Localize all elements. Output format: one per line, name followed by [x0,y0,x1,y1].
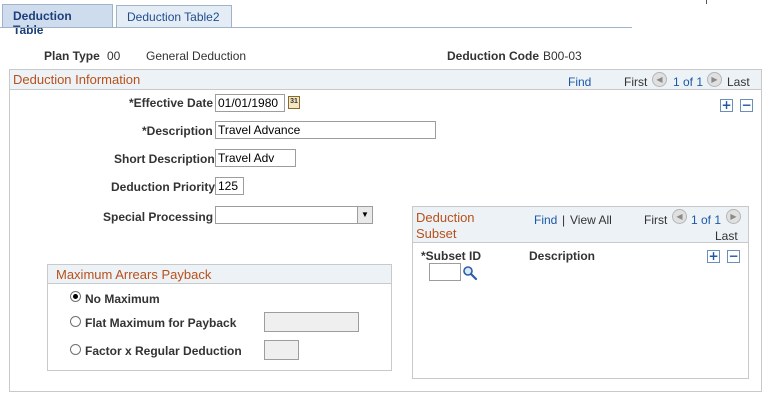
special-processing-select[interactable] [215,206,373,224]
plan-type-label: Plan Type [44,49,100,63]
tab-divider [0,27,632,28]
effective-date-field[interactable]: 01/01/1980 [215,94,285,112]
arrears-title: Maximum Arrears Payback [56,267,212,282]
add-row-icon[interactable]: + [720,99,733,112]
subset-find-link[interactable]: Find [534,213,557,227]
short-description-label: Short Description [114,152,215,166]
subset-next-icon[interactable]: ▶ [726,209,741,224]
plan-type-description: General Deduction [146,49,247,63]
short-description-field[interactable]: Travel Adv [215,149,296,167]
flat-maximum-radio[interactable] [70,316,81,327]
subset-separator: | [562,213,566,227]
deduction-priority-label: Deduction Priority [111,180,216,194]
find-link[interactable]: Find [568,75,591,89]
calendar-icon[interactable]: 31 [288,96,300,109]
factor-regular-label: Factor x Regular Deduction [85,344,242,358]
deduction-code-value: B00-03 [543,49,582,63]
row-count: 1 of 1 [673,75,704,89]
next-icon[interactable]: ▶ [707,72,722,87]
subset-delete-row-icon[interactable]: − [727,250,740,263]
previous-icon[interactable]: ◀ [652,72,667,87]
effective-date-label: *Effective Date [129,96,214,110]
flat-maximum-field[interactable] [264,312,359,332]
subset-first-label: First [644,213,668,227]
factor-regular-radio[interactable] [70,344,81,355]
chevron-down-icon[interactable]: ▼ [357,207,372,223]
factor-regular-field[interactable] [264,340,299,360]
tab-deduction-table2[interactable]: Deduction Table2 [116,5,232,27]
subset-description-header: Description [529,249,596,263]
tab-deduction-table[interactable]: Deduction Table [2,4,113,37]
subset-last-label: Last [715,229,738,243]
special-processing-label: Special Processing [103,210,214,224]
subset-id-field[interactable] [429,263,461,281]
corner-mark [706,0,707,4]
no-maximum-label: No Maximum [85,292,160,306]
deduction-subset-title-1: Deduction [416,210,475,225]
plan-type-code: 00 [107,49,121,63]
deduction-priority-field[interactable]: 125 [215,177,244,195]
deduction-subset-title-2: Subset [416,226,457,241]
subset-add-row-icon[interactable]: + [707,250,720,263]
description-field[interactable]: Travel Advance [215,121,436,139]
flat-maximum-label: Flat Maximum for Payback [85,316,237,330]
subset-previous-icon[interactable]: ◀ [672,209,687,224]
subset-row-count: 1 of 1 [691,213,722,227]
delete-row-icon[interactable]: − [740,99,753,112]
subset-id-header: *Subset ID [421,249,482,263]
deduction-information-title: Deduction Information [13,72,141,87]
subset-view-all-link[interactable]: View All [570,213,612,227]
lookup-icon[interactable] [462,265,478,281]
description-label: *Description [142,124,213,138]
first-label: First [624,75,648,89]
last-label: Last [727,75,750,89]
no-maximum-radio[interactable] [70,291,81,302]
deduction-code-label: Deduction Code [447,49,539,63]
